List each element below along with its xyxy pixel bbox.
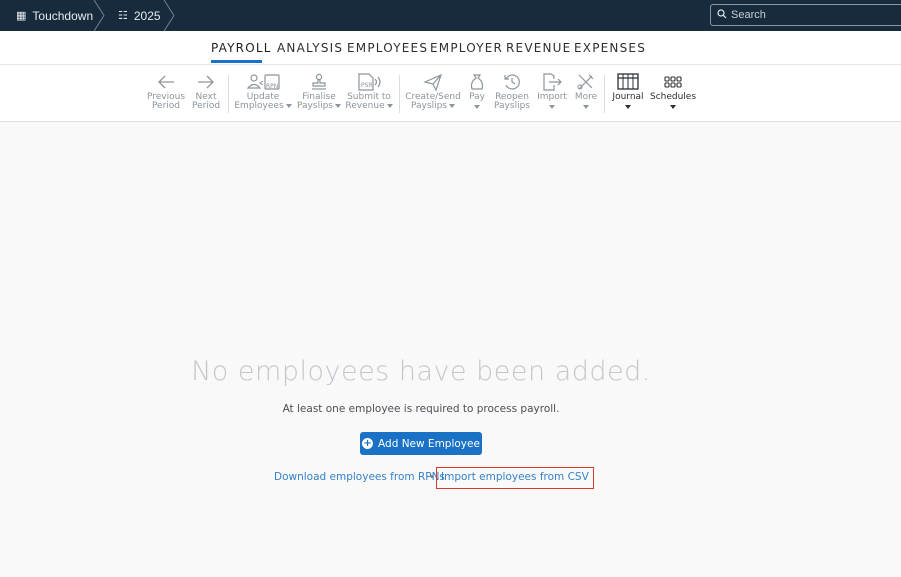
money-bag-icon xyxy=(470,74,484,90)
stamp-icon xyxy=(312,73,326,90)
update-employees-button[interactable]: RPN Update Employees xyxy=(234,73,292,111)
tab-expenses[interactable]: EXPENSES xyxy=(574,41,646,55)
tab-analysis[interactable]: ANALYSIS xyxy=(277,41,343,55)
update-employees-rpn-icon: RPN xyxy=(246,74,280,90)
chevron-down-icon xyxy=(670,105,676,109)
calendar-icon: ☷ xyxy=(118,10,128,22)
schedules-button[interactable]: Schedules xyxy=(649,73,697,109)
payroll-toolbar: Previous Period Next Period RPN Update E… xyxy=(0,65,901,122)
rpn-badge: RPN xyxy=(266,83,278,90)
history-icon xyxy=(504,74,520,90)
chevron-down-icon xyxy=(285,103,292,108)
breadcrumb-year[interactable]: ☷ 2025 xyxy=(118,0,161,31)
update-employees-label-2: Employees xyxy=(234,101,284,111)
add-new-employee-label: Add New Employee xyxy=(378,437,480,450)
submit-psr-icon: PSR xyxy=(358,73,381,91)
more-button[interactable]: More xyxy=(574,73,598,109)
tab-payroll[interactable]: PAYROLL xyxy=(211,41,272,55)
more-label: More xyxy=(574,92,598,102)
chevron-down-icon xyxy=(448,103,455,108)
next-period-label-2: Period xyxy=(191,101,221,111)
create-send-payslips-button[interactable]: Create/Send Payslips xyxy=(405,73,461,111)
finalise-payslips-button[interactable]: Finalise Payslips xyxy=(297,73,341,111)
pay-button[interactable]: Pay xyxy=(466,73,488,109)
journal-button[interactable]: Journal xyxy=(612,73,644,109)
top-bar: ▦ Touchdown ☷ 2025 xyxy=(0,0,901,31)
previous-period-label-2: Period xyxy=(151,101,181,111)
search-input[interactable] xyxy=(731,9,891,21)
import-label: Import xyxy=(537,92,567,102)
search-box[interactable] xyxy=(710,4,901,26)
breadcrumb-company[interactable]: ▦ Touchdown xyxy=(16,0,93,31)
active-tab-indicator xyxy=(211,60,262,63)
file-import-icon xyxy=(543,73,562,91)
schedules-label: Schedules xyxy=(649,92,697,102)
grid-dots-icon xyxy=(664,76,682,88)
chevron-down-icon xyxy=(583,105,589,109)
search-icon xyxy=(717,8,727,22)
import-button[interactable]: Import xyxy=(537,73,567,109)
journal-label: Journal xyxy=(612,92,644,102)
finalise-payslips-label-2: Payslips xyxy=(297,101,333,111)
breadcrumb-separator-icon xyxy=(93,0,105,31)
chevron-down-icon xyxy=(474,105,480,109)
paper-plane-icon xyxy=(423,73,442,91)
previous-period-button[interactable]: Previous Period xyxy=(147,73,185,111)
breadcrumb-company-label: Touchdown xyxy=(32,8,94,23)
tab-employer[interactable]: EMPLOYER xyxy=(430,41,503,55)
add-new-employee-button[interactable]: + Add New Employee xyxy=(360,432,482,455)
building-icon: ▦ xyxy=(16,10,27,22)
journal-table-icon xyxy=(617,73,639,90)
plus-circle-icon: + xyxy=(362,438,374,449)
chevron-down-icon xyxy=(625,105,631,109)
breadcrumb-year-label: 2025 xyxy=(133,8,161,23)
next-period-button[interactable]: Next Period xyxy=(192,73,220,111)
toolbar-divider xyxy=(228,75,229,113)
toolbar-divider xyxy=(399,75,400,113)
tab-revenue[interactable]: REVENUE xyxy=(506,41,571,55)
toolbar-divider xyxy=(604,75,605,113)
chevron-down-icon xyxy=(386,103,393,108)
reopen-payslips-button[interactable]: Reopen Payslips xyxy=(494,73,530,111)
tab-employees[interactable]: EMPLOYEES xyxy=(347,41,428,55)
tools-icon xyxy=(577,74,594,90)
chevron-down-icon xyxy=(334,103,341,108)
empty-state-subtitle: At least one employee is required to pro… xyxy=(282,403,560,415)
arrow-left-icon xyxy=(158,75,174,89)
import-employees-from-csv-link[interactable]: Import employees from CSV xyxy=(436,467,594,489)
download-employees-from-rpns-link[interactable]: Download employees from RPNs xyxy=(274,471,445,483)
link-separator: • xyxy=(430,471,434,483)
reopen-payslips-label-2: Payslips xyxy=(494,101,530,111)
submit-to-revenue-label-2: Revenue xyxy=(345,101,385,111)
empty-state-title: No employees have been added. xyxy=(191,356,651,387)
arrow-right-icon xyxy=(198,75,214,89)
breadcrumb-separator-icon xyxy=(163,0,175,31)
create-send-payslips-label-2: Payslips xyxy=(411,101,447,111)
chevron-down-icon xyxy=(549,105,555,109)
pay-label: Pay xyxy=(469,92,485,102)
submit-to-revenue-button[interactable]: PSR Submit to Revenue xyxy=(345,73,393,111)
psr-badge: PSR xyxy=(361,82,373,89)
main-nav: PAYROLL ANALYSIS EMPLOYEES EMPLOYER REVE… xyxy=(0,31,901,65)
